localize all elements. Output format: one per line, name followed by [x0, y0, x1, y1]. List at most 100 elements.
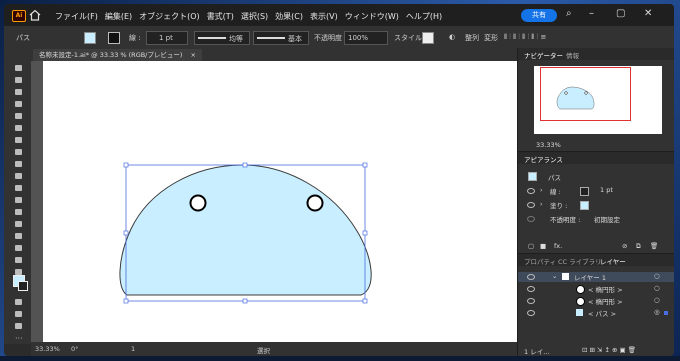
layer-name[interactable]: レイヤー 1 — [574, 272, 606, 282]
add-stroke-icon[interactable]: ▢ — [528, 242, 534, 250]
menu-object[interactable]: オブジェクト(O) — [139, 11, 200, 22]
layer-row[interactable]: < パス > ◎ — [518, 308, 674, 318]
eye-icon[interactable] — [527, 286, 535, 292]
duplicate-item-icon[interactable]: ⧉ — [636, 242, 641, 251]
chevron-right-icon[interactable]: › — [540, 200, 543, 208]
appearance-stroke-value[interactable]: 1 pt — [600, 186, 613, 194]
selection-indicator[interactable] — [664, 311, 668, 315]
layers-footer-icons[interactable]: ⊡ ⊞ ⇲ ↥ ⊕ ▣ 🗑 — [582, 346, 636, 354]
navigator-zoom-value[interactable]: 33.33% — [536, 141, 561, 149]
tab-properties[interactable]: プロパティ — [524, 256, 556, 266]
appearance-stroke-swatch[interactable] — [580, 187, 589, 196]
tab-navigator[interactable]: ナビゲーター — [524, 50, 563, 60]
graphic-style-swatch[interactable] — [422, 32, 434, 44]
eye-icon[interactable] — [527, 310, 535, 316]
opacity-field[interactable]: 100% — [344, 31, 388, 45]
appearance-fill-swatch[interactable] — [580, 201, 589, 210]
tab-info[interactable]: 情報 — [566, 50, 579, 60]
eye-icon[interactable] — [527, 298, 535, 304]
layer-name[interactable]: < 楕円形 > — [588, 296, 623, 306]
selection-tool-icon[interactable] — [14, 64, 23, 72]
share-button[interactable]: 共有 — [521, 9, 557, 22]
brush-definition[interactable]: 基本 — [253, 31, 309, 45]
more-tools-icon[interactable]: ··· — [15, 334, 23, 343]
layer-row[interactable]: < 楕円形 > ○ — [518, 284, 674, 294]
eye-icon[interactable] — [527, 202, 535, 208]
home-icon[interactable] — [29, 9, 41, 21]
target-icon[interactable]: ○ — [654, 296, 660, 304]
opacity-label[interactable]: 不透明度 : — [314, 33, 347, 43]
align-options-icon[interactable]: ⫴ ⫶ ⫴ ⫶ ⫴ ⫶ ⫴ ⫶ ≡ — [504, 33, 546, 42]
navigator-preview[interactable] — [534, 66, 662, 134]
search-icon[interactable]: ⌕ — [566, 8, 572, 19]
variable-width-profile[interactable]: 均等 — [194, 31, 250, 45]
slime-body-path[interactable] — [119, 164, 372, 296]
artboard-tool-icon[interactable] — [14, 256, 23, 264]
add-effect-button[interactable]: fx. — [554, 242, 562, 250]
close-icon[interactable]: ✕ — [644, 8, 652, 19]
add-fill-icon[interactable]: ■ — [540, 242, 546, 250]
stroke-color-icon[interactable] — [18, 281, 28, 291]
right-eye-ellipse[interactable] — [306, 194, 324, 212]
rotate-tool-icon[interactable] — [14, 160, 23, 168]
menu-file[interactable]: ファイル(F) — [55, 11, 98, 22]
paintbrush-tool-icon[interactable] — [14, 124, 23, 132]
scale-tool-icon[interactable] — [14, 184, 23, 192]
tab-cc-libraries[interactable]: CC ライブラリ — [558, 256, 602, 266]
eye-icon[interactable] — [527, 216, 535, 222]
align-label[interactable]: 整列 — [465, 33, 479, 43]
artwork[interactable] — [43, 61, 517, 343]
artboard-number[interactable]: 1 — [131, 345, 135, 353]
left-eye-ellipse[interactable] — [189, 194, 207, 212]
layer-row[interactable]: < 楕円形 > ○ — [518, 296, 674, 306]
layer-name[interactable]: < 楕円形 > — [588, 284, 623, 294]
menu-edit[interactable]: 編集(E) — [105, 11, 132, 22]
drawing-mode-icon[interactable] — [14, 310, 23, 318]
delete-icon[interactable]: 🗑 — [650, 242, 658, 250]
pen-tool-icon[interactable] — [14, 88, 23, 96]
mesh-tool-icon[interactable] — [14, 208, 23, 216]
rectangle-tool-icon[interactable] — [14, 112, 23, 120]
menu-effect[interactable]: 効果(C) — [275, 11, 303, 22]
chevron-right-icon[interactable]: › — [540, 186, 543, 194]
blend-tool-icon[interactable] — [14, 232, 23, 240]
eyedropper-tool-icon[interactable] — [14, 220, 23, 228]
maximize-icon[interactable]: ▢ — [616, 8, 625, 19]
target-icon[interactable]: ○ — [654, 284, 660, 292]
menu-window[interactable]: ウィンドウ(W) — [345, 11, 399, 22]
stroke-weight-field[interactable]: 1 pt — [146, 31, 188, 45]
type-tool-icon[interactable] — [14, 148, 23, 156]
target-icon[interactable]: ◎ — [654, 308, 660, 316]
close-tab-icon[interactable]: × — [191, 51, 196, 59]
transform-label[interactable]: 変形 — [484, 33, 498, 43]
curvature-tool-icon[interactable] — [14, 100, 23, 108]
recolor-icon[interactable]: ◐ — [449, 33, 455, 41]
appearance-stroke-label[interactable]: 線 : — [550, 186, 561, 196]
layer-name[interactable]: < パス > — [588, 308, 616, 318]
fill-swatch[interactable] — [84, 32, 96, 44]
menu-help[interactable]: ヘルプ(H) — [406, 11, 442, 22]
layer-row[interactable]: ⌄ レイヤー 1 ○ — [518, 272, 674, 282]
eye-icon[interactable] — [527, 274, 535, 280]
screen-mode-icon[interactable] — [14, 322, 23, 330]
minimize-icon[interactable]: – — [589, 8, 594, 19]
menu-view[interactable]: 表示(V) — [310, 11, 338, 22]
pencil-tool-icon[interactable] — [14, 136, 23, 144]
document-tab[interactable]: 名称未設定-1.ai* @ 33.33 % (RGB/プレビュー) × — [33, 49, 202, 61]
chevron-down-icon[interactable]: ⌄ — [552, 272, 557, 280]
menu-type[interactable]: 書式(T) — [207, 11, 234, 22]
gradient-tool-icon[interactable] — [14, 196, 23, 204]
direct-selection-tool-icon[interactable] — [14, 76, 23, 84]
color-mode-icon[interactable] — [14, 298, 23, 306]
clear-appearance-icon[interactable]: ⊘ — [622, 242, 627, 250]
appearance-title[interactable]: アピアランス — [524, 154, 563, 164]
stroke-swatch[interactable] — [108, 32, 120, 44]
target-icon[interactable]: ○ — [654, 272, 660, 280]
tab-layers[interactable]: レイヤー — [600, 256, 626, 266]
appearance-opacity-label[interactable]: 不透明度 : — [550, 214, 580, 224]
navigator-view-box[interactable] — [540, 67, 631, 121]
zoom-readout[interactable]: 33.33% — [35, 345, 60, 353]
appearance-fill-label[interactable]: 塗り : — [550, 200, 567, 210]
eye-icon[interactable] — [527, 188, 535, 194]
rotation-readout[interactable]: 0° — [71, 345, 78, 353]
